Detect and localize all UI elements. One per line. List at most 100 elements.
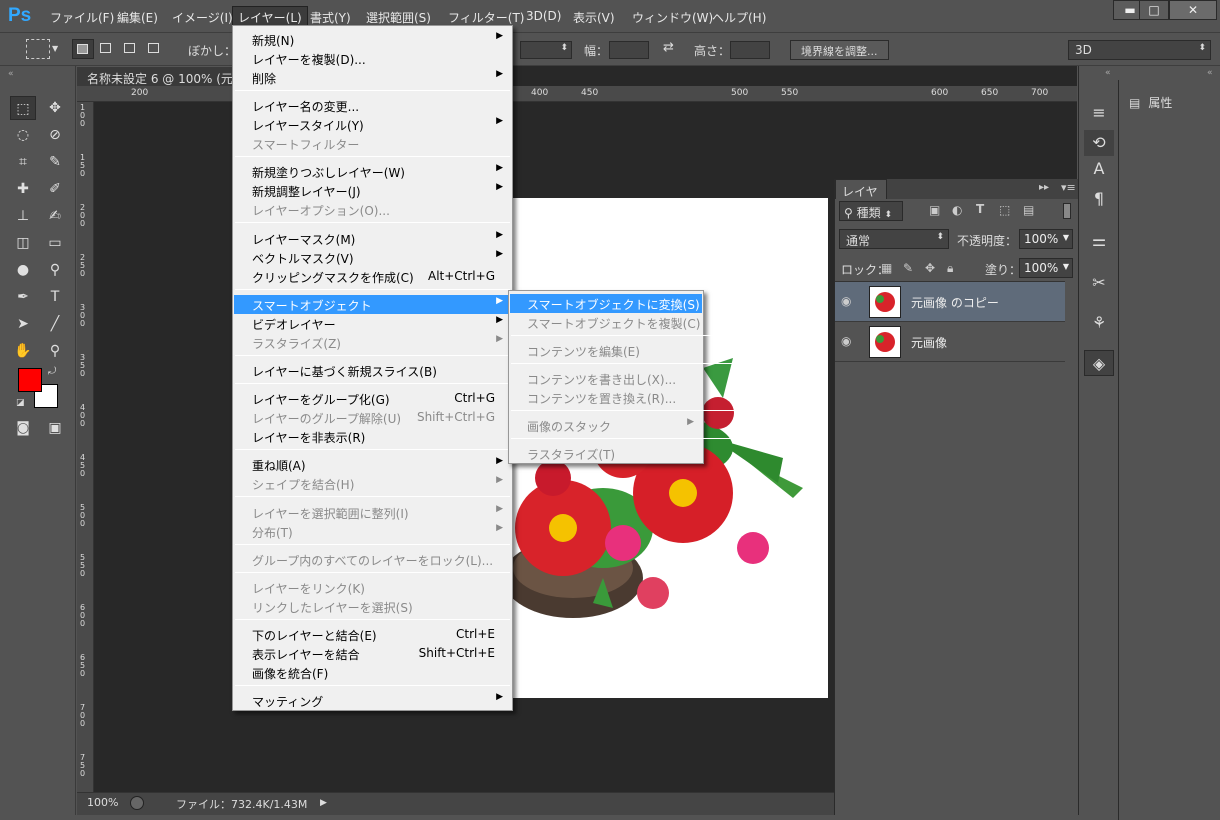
swap-icon[interactable]: ⇄: [663, 40, 674, 55]
status-info-icon[interactable]: [130, 796, 144, 810]
menu-item[interactable]: クリッピングマスクを作成(C) Alt+Ctrl+G: [234, 267, 511, 286]
layer-filter-select[interactable]: ⚲ 種類 ⬍: [839, 201, 903, 221]
menu-help[interactable]: ヘルプ(H): [712, 9, 766, 26]
menu-item[interactable]: ベクトルマスク(V) ▶: [234, 248, 511, 267]
opacity-input[interactable]: 100% ▼: [1019, 229, 1073, 249]
menu-item[interactable]: レイヤーを複製(D)...: [234, 49, 511, 68]
rect-marquee-tool-icon[interactable]: ⬚: [10, 96, 36, 120]
type-tool-icon[interactable]: T: [42, 285, 68, 309]
screen-mode-icon[interactable]: ▣: [42, 416, 68, 440]
quick-mask-icon[interactable]: ◙: [10, 416, 36, 440]
adjustments-icon[interactable]: ⚌: [1084, 228, 1114, 254]
menu-item[interactable]: 画像を統合(F): [234, 663, 511, 682]
visibility-eye-icon[interactable]: ◉: [841, 334, 859, 348]
character-icon[interactable]: A: [1084, 156, 1114, 182]
filter-toggle[interactable]: [1063, 203, 1071, 219]
menu-item[interactable]: レイヤースタイル(Y) ▶: [234, 115, 511, 134]
intersect-selection-icon[interactable]: [144, 39, 166, 59]
adjustment-filter-icon[interactable]: ◐: [952, 203, 962, 217]
foreground-color-swatch-top[interactable]: [18, 368, 42, 392]
path-select-tool-icon[interactable]: ➤: [10, 312, 36, 336]
layer-row[interactable]: ◉ 元画像 のコピー: [835, 282, 1065, 322]
type-filter-icon[interactable]: T: [976, 202, 984, 216]
blur-tool-icon[interactable]: ●: [10, 258, 36, 282]
document-tab[interactable]: 名称未設定 6 @ 100% (元: [77, 66, 237, 86]
line-tool-icon[interactable]: ╱: [42, 312, 68, 336]
menu-item[interactable]: スマートオブジェクトに変換(S): [510, 294, 702, 313]
maximize-button[interactable]: □: [1139, 0, 1169, 20]
collapse-icon[interactable]: «: [8, 69, 14, 79]
hand-tool-icon[interactable]: ✋: [10, 339, 36, 363]
menu-item[interactable]: 下のレイヤーと結合(E) Ctrl+E: [234, 625, 511, 644]
histogram-icon[interactable]: ≡: [1084, 100, 1114, 126]
lock-image-icon[interactable]: ✎: [903, 261, 913, 275]
tools-preset-icon[interactable]: ✂: [1084, 270, 1114, 296]
menu-type[interactable]: 書式(Y): [310, 9, 351, 26]
smart-object-filter-icon[interactable]: ▤: [1023, 203, 1034, 217]
lock-transparent-icon[interactable]: ▦: [881, 261, 892, 275]
blend-mode-select[interactable]: 通常 ⬍: [839, 229, 949, 249]
layer-name[interactable]: 元画像: [911, 334, 947, 351]
menu-item[interactable]: 新規(N) ▶: [234, 30, 511, 49]
brush-preset-icon[interactable]: ⚘: [1084, 310, 1114, 336]
menu-item[interactable]: レイヤー名の変更...: [234, 96, 511, 115]
menu-window[interactable]: ウィンドウ(W): [632, 9, 713, 26]
menu-item[interactable]: レイヤーマスク(M) ▶: [234, 229, 511, 248]
panel-menu-icon[interactable]: ▾≡: [1061, 181, 1076, 194]
zoom-level[interactable]: 100%: [87, 796, 118, 809]
menu-item[interactable]: レイヤーを非表示(R): [234, 427, 511, 446]
marquee-preset-icon[interactable]: [26, 39, 50, 59]
workspace-select[interactable]: 3D ⬍: [1068, 40, 1211, 60]
gradient-tool-icon[interactable]: ▭: [42, 231, 68, 255]
menu-3d[interactable]: 3D(D): [526, 9, 561, 23]
properties-panel-tab[interactable]: ▤ 属性: [1129, 94, 1172, 111]
pixel-filter-icon[interactable]: ▣: [929, 203, 940, 217]
pen-tool-icon[interactable]: ✒: [10, 285, 36, 309]
zoom-tool-icon[interactable]: ⚲: [42, 339, 68, 363]
menu-item[interactable]: ビデオレイヤー ▶: [234, 314, 511, 333]
menu-item[interactable]: スマートオブジェクト ▶: [234, 294, 511, 314]
layer-row[interactable]: ◉ 元画像: [835, 322, 1065, 362]
menu-select[interactable]: 選択範囲(S): [366, 9, 431, 26]
quick-select-tool-icon[interactable]: ⊘: [42, 123, 68, 147]
menu-edit[interactable]: 編集(E): [117, 9, 158, 26]
chevron-down-icon[interactable]: ▼: [52, 44, 58, 53]
eyedropper-tool-icon[interactable]: ✎: [42, 150, 68, 174]
lock-all-icon[interactable]: 🔒︎: [947, 261, 953, 276]
brush-tool-icon[interactable]: ✐: [42, 177, 68, 201]
layer-name[interactable]: 元画像 のコピー: [911, 294, 999, 311]
default-colors-icon[interactable]: ◪: [16, 398, 25, 408]
healing-brush-tool-icon[interactable]: ✚: [10, 177, 36, 201]
width-input[interactable]: [609, 41, 649, 59]
new-selection-icon[interactable]: [72, 39, 94, 59]
menu-item[interactable]: レイヤーをグループ化(G) Ctrl+G: [234, 389, 511, 408]
visibility-eye-icon[interactable]: ◉: [841, 294, 859, 308]
move-tool-icon[interactable]: ✥: [42, 96, 68, 120]
menu-item[interactable]: レイヤーに基づく新規スライス(B): [234, 361, 511, 380]
style-select[interactable]: ⬍: [520, 41, 572, 59]
menu-item[interactable]: 新規調整レイヤー(J) ▶: [234, 181, 511, 200]
menu-filter[interactable]: フィルター(T): [448, 9, 524, 26]
collapse-icon[interactable]: «: [1105, 68, 1111, 78]
panel-collapse-icon[interactable]: ▸▸: [1039, 182, 1049, 193]
close-button[interactable]: ✕: [1169, 0, 1217, 20]
history-brush-tool-icon[interactable]: ✍: [42, 204, 68, 228]
collapse-icon[interactable]: «: [1207, 68, 1213, 78]
menu-item[interactable]: マッティング ▶: [234, 691, 511, 710]
history-icon[interactable]: ⟲: [1084, 130, 1114, 156]
status-menu-arrow-icon[interactable]: ▶: [320, 795, 334, 811]
eraser-tool-icon[interactable]: ◫: [10, 231, 36, 255]
swap-colors-icon[interactable]: ⤾: [48, 366, 56, 377]
menu-image[interactable]: イメージ(I): [172, 9, 233, 26]
add-selection-icon[interactable]: [96, 39, 118, 59]
crop-tool-icon[interactable]: ⌗: [10, 150, 36, 174]
dodge-tool-icon[interactable]: ⚲: [42, 258, 68, 282]
menu-view[interactable]: 表示(V): [573, 9, 615, 26]
menu-item[interactable]: 削除 ▶: [234, 68, 511, 87]
clone-stamp-tool-icon[interactable]: ⊥: [10, 204, 36, 228]
layers-panel-icon[interactable]: ◈: [1084, 350, 1114, 376]
lasso-tool-icon[interactable]: ◌: [10, 123, 36, 147]
menu-item[interactable]: 表示レイヤーを結合 Shift+Ctrl+E: [234, 644, 511, 663]
fill-input[interactable]: 100% ▼: [1019, 258, 1073, 278]
layers-tab[interactable]: レイヤー: [835, 179, 887, 216]
